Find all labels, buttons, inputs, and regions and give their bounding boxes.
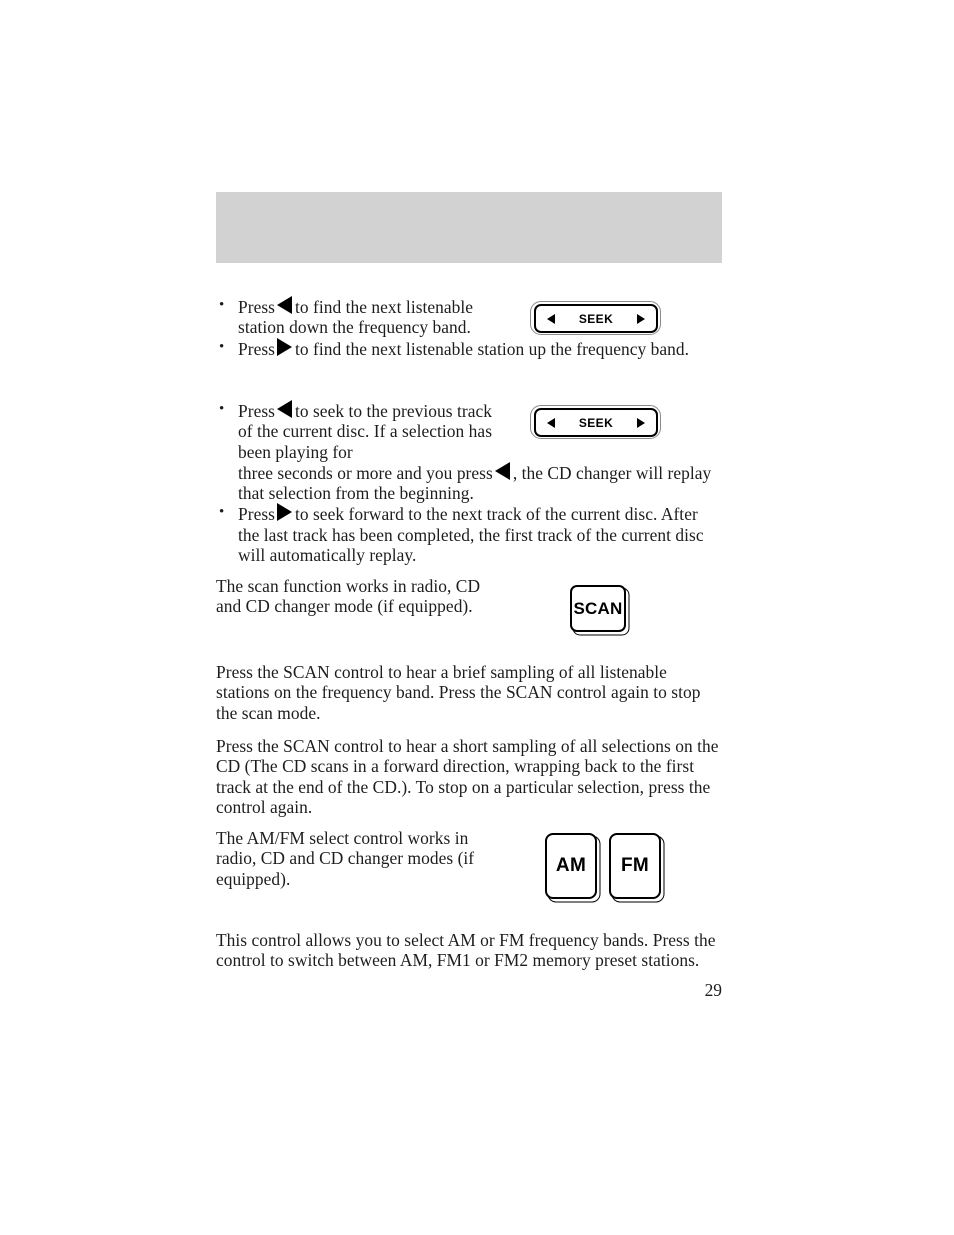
am-control-label: AM <box>555 855 587 876</box>
seek-control-label: SEEK <box>578 311 614 326</box>
left-triangle-icon <box>276 296 292 314</box>
right-arrow-icon[interactable] <box>637 417 645 428</box>
bullet-text-pre: Press <box>238 297 275 317</box>
amfm-paragraph: This control allows you to select AM or … <box>216 930 716 971</box>
scan-radio-paragraph: Press the SCAN control to hear a brief s… <box>216 662 701 723</box>
left-arrow-icon[interactable] <box>547 313 555 324</box>
section-header-band <box>216 192 722 263</box>
left-triangle-icon <box>276 400 292 418</box>
seek-control[interactable]: SEEK <box>534 408 658 437</box>
seek-control-label: SEEK <box>578 415 614 430</box>
page-number: 29 <box>704 980 722 1000</box>
bullet-text-post: to find the next listenable station up t… <box>294 338 690 359</box>
scan-intro-paragraph: The scan function works in radio, CD and… <box>216 576 481 617</box>
bullet-text-post: to seek forward to the next track of the… <box>238 504 704 566</box>
bullet-text-pre: Press <box>238 338 275 359</box>
manual-page: Press to find the next listenable station… <box>0 0 954 1235</box>
am-control[interactable]: AM <box>545 833 597 899</box>
right-arrow-icon[interactable] <box>637 313 645 324</box>
left-arrow-icon[interactable] <box>547 417 555 428</box>
scan-cd-paragraph: Press the SCAN control to hear a short s… <box>216 736 719 817</box>
seek-control[interactable]: SEEK <box>534 304 658 333</box>
scan-control[interactable]: SCAN <box>570 585 626 632</box>
fm-control[interactable]: FM <box>609 833 661 899</box>
bullet-text-pre: Press <box>238 504 275 525</box>
fm-control-label: FM <box>620 855 650 876</box>
right-triangle-icon <box>276 503 292 522</box>
list-item: Pressto seek forward to the next track o… <box>216 502 722 566</box>
amfm-intro-paragraph: The AM/FM select control works in radio,… <box>216 828 475 889</box>
right-triangle-icon <box>276 337 292 356</box>
bullet-text-cont-pre: three seconds or more and you press <box>238 462 493 483</box>
list-item: Press to find the next listenable station… <box>216 337 722 359</box>
bullet-text-pre: Press <box>238 401 275 421</box>
left-triangle-icon <box>494 461 510 480</box>
scan-control-label: SCAN <box>573 598 623 618</box>
